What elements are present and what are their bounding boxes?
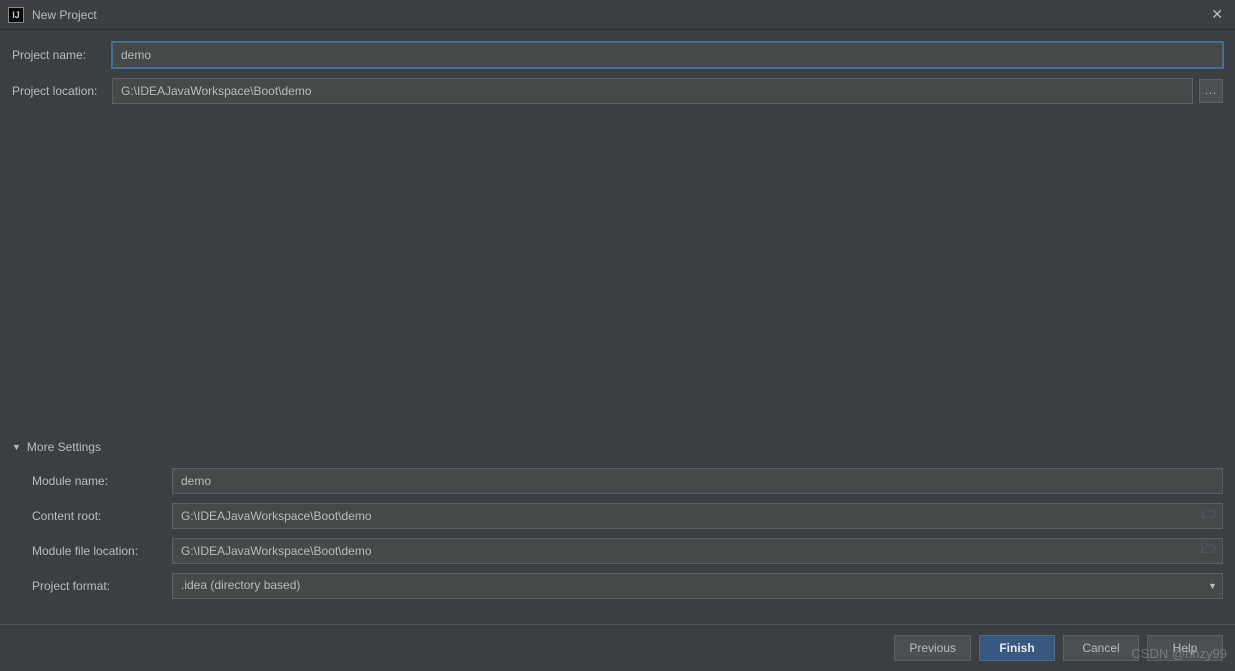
module-name-label: Module name:: [32, 474, 172, 488]
previous-button[interactable]: Previous: [894, 635, 971, 661]
module-file-location-row: Module file location: 🗁: [32, 538, 1223, 564]
dialog-content: Project name: Project location: ... ▼ Mo…: [0, 30, 1235, 624]
window-title: New Project: [32, 8, 1207, 22]
more-settings-toggle[interactable]: ▼ More Settings: [12, 440, 1223, 454]
project-name-row: Project name:: [12, 42, 1223, 68]
more-settings-label: More Settings: [27, 440, 101, 454]
app-icon: IJ: [8, 7, 24, 23]
project-location-row: Project location: ...: [12, 78, 1223, 104]
project-format-select[interactable]: .idea (directory based): [172, 573, 1223, 599]
project-location-input[interactable]: [112, 78, 1193, 104]
module-name-row: Module name:: [32, 468, 1223, 494]
close-icon[interactable]: ✕: [1207, 6, 1227, 23]
content-root-row: Content root: 🗁: [32, 503, 1223, 529]
finish-button[interactable]: Finish: [979, 635, 1055, 661]
titlebar: IJ New Project ✕: [0, 0, 1235, 30]
content-root-label: Content root:: [32, 509, 172, 523]
spacer: [12, 114, 1223, 440]
bottom-bar: Previous Finish Cancel Help: [0, 624, 1235, 671]
chevron-down-icon: ▼: [12, 442, 21, 452]
project-format-label: Project format:: [32, 579, 172, 593]
help-button[interactable]: Help: [1147, 635, 1223, 661]
project-name-input[interactable]: [112, 42, 1223, 68]
project-name-label: Project name:: [12, 48, 112, 62]
module-file-location-input[interactable]: [172, 538, 1223, 564]
browse-button[interactable]: ...: [1199, 79, 1223, 103]
project-location-label: Project location:: [12, 84, 112, 98]
content-root-input[interactable]: [172, 503, 1223, 529]
module-name-input[interactable]: [172, 468, 1223, 494]
cancel-button[interactable]: Cancel: [1063, 635, 1139, 661]
module-file-location-label: Module file location:: [32, 544, 172, 558]
project-format-row: Project format: .idea (directory based) …: [32, 573, 1223, 599]
more-settings-section: Module name: Content root: 🗁 Module file…: [12, 468, 1223, 608]
